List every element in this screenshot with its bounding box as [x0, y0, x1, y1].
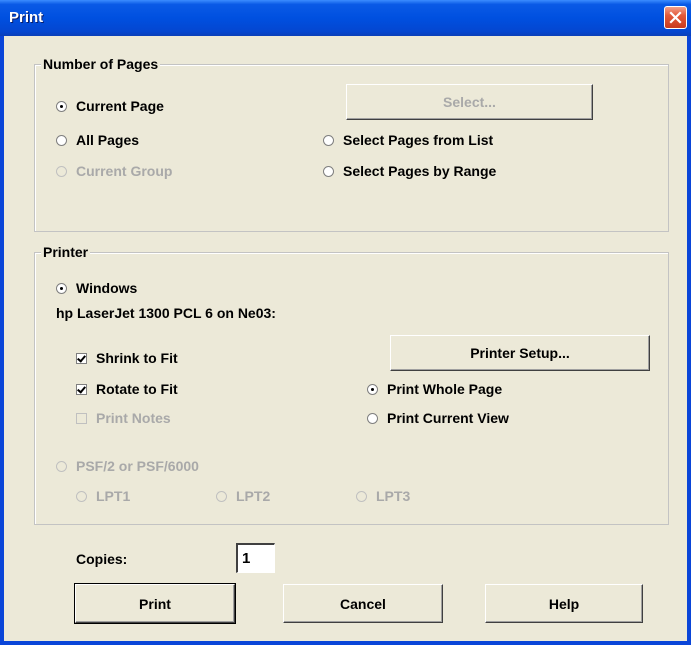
radio-current-page-label: Current Page	[76, 98, 164, 114]
print-button[interactable]: Print	[74, 583, 236, 624]
radio-current-page[interactable]: Current Page	[56, 98, 164, 114]
help-button-label: Help	[548, 595, 580, 612]
radio-dot	[56, 282, 67, 294]
radio-dot	[216, 490, 227, 502]
radio-lpt3-label: LPT3	[376, 488, 411, 504]
radio-select-pages-by-range-label: Select Pages by Range	[343, 163, 497, 179]
radio-dot	[367, 412, 378, 424]
radio-dot	[56, 134, 67, 146]
checkbox-shrink-to-fit[interactable]: Shrink to Fit	[76, 350, 178, 366]
radio-windows[interactable]: Windows	[56, 280, 137, 296]
radio-current-group: Current Group	[56, 163, 172, 179]
radio-dot	[56, 460, 67, 472]
radio-lpt1: LPT1	[76, 488, 130, 504]
radio-select-pages-from-list[interactable]: Select Pages from List	[323, 132, 493, 148]
radio-dot	[323, 134, 334, 146]
radio-all-pages-label: All Pages	[76, 132, 140, 148]
radio-lpt2: LPT2	[216, 488, 270, 504]
radio-dot	[56, 165, 67, 177]
select-button-label: Select...	[443, 94, 496, 110]
radio-psf: PSF/2 or PSF/6000	[56, 458, 199, 474]
radio-dot	[76, 490, 87, 502]
radio-lpt2-label: LPT2	[236, 488, 271, 504]
checkbox-rotate-to-fit-label: Rotate to Fit	[96, 381, 178, 397]
copies-input[interactable]	[236, 543, 275, 573]
checkbox-shrink-to-fit-label: Shrink to Fit	[96, 350, 178, 366]
radio-select-pages-by-range[interactable]: Select Pages by Range	[323, 163, 496, 179]
radio-all-pages[interactable]: All Pages	[56, 132, 139, 148]
radio-lpt3: LPT3	[356, 488, 410, 504]
checkbox-print-notes-label: Print Notes	[96, 410, 171, 426]
checkbox-rotate-to-fit[interactable]: Rotate to Fit	[76, 381, 178, 397]
radio-dot	[56, 100, 67, 112]
radio-print-current-view[interactable]: Print Current View	[367, 410, 509, 426]
help-button[interactable]: Help	[485, 584, 643, 623]
checkbox-print-notes: Print Notes	[76, 410, 171, 426]
close-icon	[669, 11, 682, 24]
printer-setup-button[interactable]: Printer Setup...	[390, 335, 650, 371]
radio-dot	[323, 165, 334, 177]
cancel-button-label: Cancel	[340, 595, 386, 612]
title-bar: Print	[0, 0, 691, 36]
select-button: Select...	[346, 84, 593, 120]
radio-select-pages-from-list-label: Select Pages from List	[343, 132, 494, 148]
radio-lpt1-label: LPT1	[96, 488, 131, 504]
radio-windows-label: Windows	[76, 280, 138, 296]
window-title: Print	[9, 9, 44, 26]
printer-legend: Printer	[41, 244, 91, 260]
radio-dot	[367, 383, 378, 395]
radio-psf-label: PSF/2 or PSF/6000	[76, 458, 199, 474]
number-of-pages-legend: Number of Pages	[41, 56, 161, 72]
radio-print-whole-page[interactable]: Print Whole Page	[367, 381, 502, 397]
cancel-button[interactable]: Cancel	[283, 584, 443, 623]
printer-name: hp LaserJet 1300 PCL 6 on Ne03:	[56, 305, 276, 321]
copies-label: Copies:	[76, 551, 128, 567]
radio-print-current-view-label: Print Current View	[387, 410, 509, 426]
checkbox-box	[76, 412, 87, 424]
checkbox-box	[76, 352, 87, 364]
radio-dot	[356, 490, 367, 502]
print-button-label: Print	[139, 595, 171, 612]
radio-print-whole-page-label: Print Whole Page	[387, 381, 503, 397]
checkbox-box	[76, 383, 87, 395]
printer-setup-button-label: Printer Setup...	[470, 345, 570, 361]
radio-current-group-label: Current Group	[76, 163, 173, 179]
close-button[interactable]	[664, 6, 687, 29]
